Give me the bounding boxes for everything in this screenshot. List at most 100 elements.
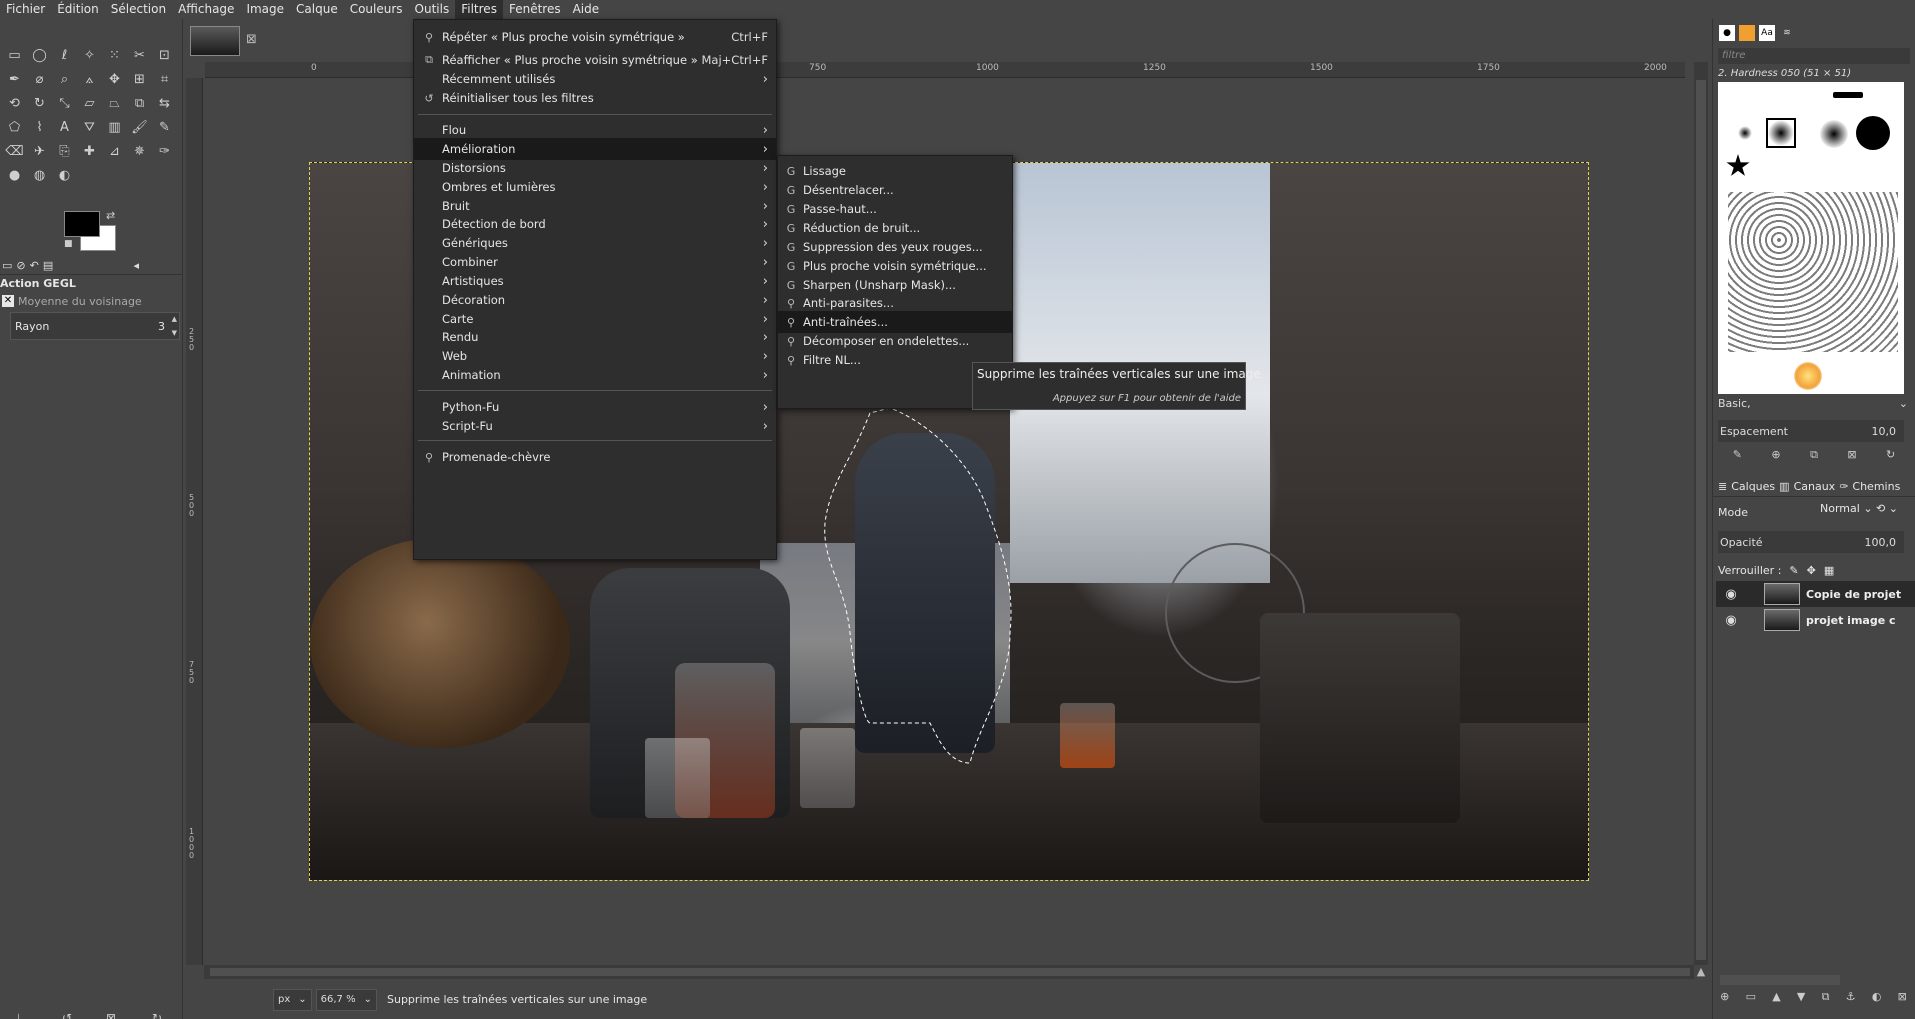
mode-reset-icon[interactable]: ⟲ ⌄: [1876, 502, 1898, 515]
spacing-spinbox[interactable]: Espacement 10,0: [1718, 420, 1904, 442]
edit-brush-icon[interactable]: ✎: [1733, 448, 1742, 466]
spacing-value[interactable]: 10,0: [1872, 425, 1897, 438]
dock-menu-icon[interactable]: ◂: [133, 259, 139, 272]
color-select-icon[interactable]: ⁙: [102, 43, 127, 67]
lower-layer-icon[interactable]: ▼: [1797, 990, 1805, 1010]
lock-position-icon[interactable]: ✥: [1807, 564, 1816, 577]
menu-item-reset[interactable]: ↺ Réinitialiser tous les filtres: [414, 87, 776, 109]
close-tab-icon[interactable]: ⊠: [246, 32, 257, 47]
brush[interactable]: [1856, 116, 1890, 150]
horizontal-scroll-thumb[interactable]: [210, 968, 1690, 976]
menu-calque[interactable]: Calque: [290, 0, 344, 19]
duplicate-brush-icon[interactable]: ⧉: [1810, 448, 1818, 466]
paintbrush-icon[interactable]: 🖌: [127, 115, 152, 139]
document-history-tab-icon[interactable]: ≋: [1779, 25, 1795, 41]
tab-chemins[interactable]: Chemins: [1852, 480, 1900, 493]
rotate-icon[interactable]: ↻: [27, 91, 52, 115]
vertical-ruler[interactable]: 250 500 750 1000: [186, 78, 203, 965]
raise-layer-icon[interactable]: ▲: [1772, 990, 1780, 1010]
brush[interactable]: [1726, 154, 1750, 176]
tab-canaux[interactable]: Canaux: [1794, 480, 1836, 493]
anchor-layer-icon[interactable]: ⚓: [1846, 990, 1856, 1010]
menu-item-repeat[interactable]: ⚲ Répéter « Plus proche voisin symétriqu…: [414, 26, 776, 48]
vertical-scroll-thumb[interactable]: [1696, 80, 1706, 960]
delete-layer-icon[interactable]: ⊠: [1898, 990, 1907, 1010]
align-icon[interactable]: ⊞: [127, 67, 152, 91]
unit-selector[interactable]: px ⌄: [273, 988, 312, 1011]
crop-icon[interactable]: ⌗: [152, 67, 177, 91]
fonts-tab-icon[interactable]: Aa: [1759, 25, 1775, 41]
navigate-icon[interactable]: ▲: [1694, 965, 1708, 979]
tab-calques[interactable]: Calques: [1731, 480, 1775, 493]
menu-fenetres[interactable]: Fenêtres: [503, 0, 567, 19]
menu-item-promenade-chevre[interactable]: ⚲ Promenade-chèvre: [414, 446, 776, 468]
new-brush-icon[interactable]: ⊕: [1771, 448, 1780, 466]
menu-item-script-fu[interactable]: Script-Fu ›: [414, 415, 776, 437]
cage-icon[interactable]: ⬠: [2, 115, 27, 139]
shear-icon[interactable]: ▱: [77, 91, 102, 115]
layer-row[interactable]: ◉ Copie de projet: [1716, 581, 1915, 607]
lasso-icon[interactable]: ℓ: [52, 43, 77, 67]
heal-icon[interactable]: ✚: [77, 139, 102, 163]
brush[interactable]: [1794, 362, 1822, 390]
warp-icon[interactable]: ⌇: [27, 115, 52, 139]
scissors-icon[interactable]: ✂: [127, 43, 152, 67]
flip-icon[interactable]: ⇆: [152, 91, 177, 115]
zoom-selector[interactable]: 66,7 % ⌄: [315, 988, 377, 1011]
save-options-icon[interactable]: ⤓: [16, 1011, 21, 1019]
tool-options-tab-icon[interactable]: ▭: [2, 259, 12, 272]
menu-couleurs[interactable]: Couleurs: [344, 0, 409, 19]
images-tab-icon[interactable]: ▤: [43, 259, 53, 272]
brush-filter-input[interactable]: filtre: [1718, 48, 1910, 64]
mode-selector[interactable]: Normal ⌄ ⟲ ⌄: [1820, 502, 1898, 515]
menu-edition[interactable]: Édition: [51, 0, 105, 19]
clear-operation-icon[interactable]: ✕: [2, 295, 14, 307]
device-status-tab-icon[interactable]: ⊘: [16, 259, 25, 272]
unified-transform-icon[interactable]: ⟲: [2, 91, 27, 115]
swap-colors-icon[interactable]: ⇄: [106, 209, 115, 222]
lock-alpha-icon[interactable]: ▦: [1824, 564, 1834, 577]
layer-name[interactable]: Copie de projet: [1806, 588, 1901, 601]
dodge-burn-icon[interactable]: ◐: [52, 163, 77, 187]
menu-affichage[interactable]: Affichage: [172, 0, 240, 19]
menu-filtres[interactable]: Filtres: [455, 0, 503, 19]
undo-history-tab-icon[interactable]: ↶: [30, 259, 39, 272]
restore-options-icon[interactable]: ↺: [62, 1011, 72, 1019]
3d-transform-icon[interactable]: ⧉: [127, 91, 152, 115]
paths-icon[interactable]: ✒: [2, 67, 27, 91]
blur-icon[interactable]: ◍: [27, 163, 52, 187]
perspective-icon[interactable]: ⏢: [102, 91, 127, 115]
perspective-clone-icon[interactable]: ⊿: [102, 139, 127, 163]
brush-preset-selector[interactable]: Basic, ⌄: [1718, 397, 1910, 415]
layer-name[interactable]: projet image c: [1806, 614, 1896, 627]
image-tab-thumbnail[interactable]: [190, 26, 240, 56]
new-layer-icon[interactable]: ⊕: [1720, 990, 1729, 1010]
layer-row[interactable]: ◉ projet image c: [1716, 607, 1915, 633]
ink-icon[interactable]: ✑: [152, 139, 177, 163]
delete-brush-icon[interactable]: ⊠: [1847, 448, 1856, 466]
duplicate-layer-icon[interactable]: ⧉: [1822, 990, 1830, 1010]
gradient-icon[interactable]: ▥: [102, 115, 127, 139]
bucket-fill-icon[interactable]: ⛛: [77, 115, 102, 139]
reset-options-icon[interactable]: ↻: [152, 1011, 162, 1019]
opacity-value[interactable]: 100,0: [1865, 536, 1897, 549]
airbrush-icon[interactable]: ✈: [27, 139, 52, 163]
mypaint-brush-icon[interactable]: ✵: [127, 139, 152, 163]
menu-outils[interactable]: Outils: [409, 0, 456, 19]
brush[interactable]: [1833, 92, 1863, 98]
rayon-value[interactable]: 3: [158, 320, 165, 333]
refresh-brushes-icon[interactable]: ↻: [1886, 448, 1895, 466]
brush-grid[interactable]: [1718, 82, 1904, 394]
scale-icon[interactable]: ⤡: [52, 91, 77, 115]
reset-colors-icon[interactable]: ■: [64, 239, 73, 249]
menu-image[interactable]: Image: [240, 0, 290, 19]
eraser-icon[interactable]: ⌫: [2, 139, 27, 163]
menu-aide[interactable]: Aide: [567, 0, 606, 19]
spin-up-icon[interactable]: ▲: [172, 315, 177, 323]
brush-selected[interactable]: [1766, 118, 1796, 148]
fuzzy-select-icon[interactable]: ✧: [77, 43, 102, 67]
delete-options-icon[interactable]: ⊠: [106, 1011, 116, 1019]
layers-scroll-thumb[interactable]: [1720, 975, 1840, 985]
brush[interactable]: [1820, 120, 1848, 148]
smudge-icon[interactable]: ●: [2, 163, 27, 187]
